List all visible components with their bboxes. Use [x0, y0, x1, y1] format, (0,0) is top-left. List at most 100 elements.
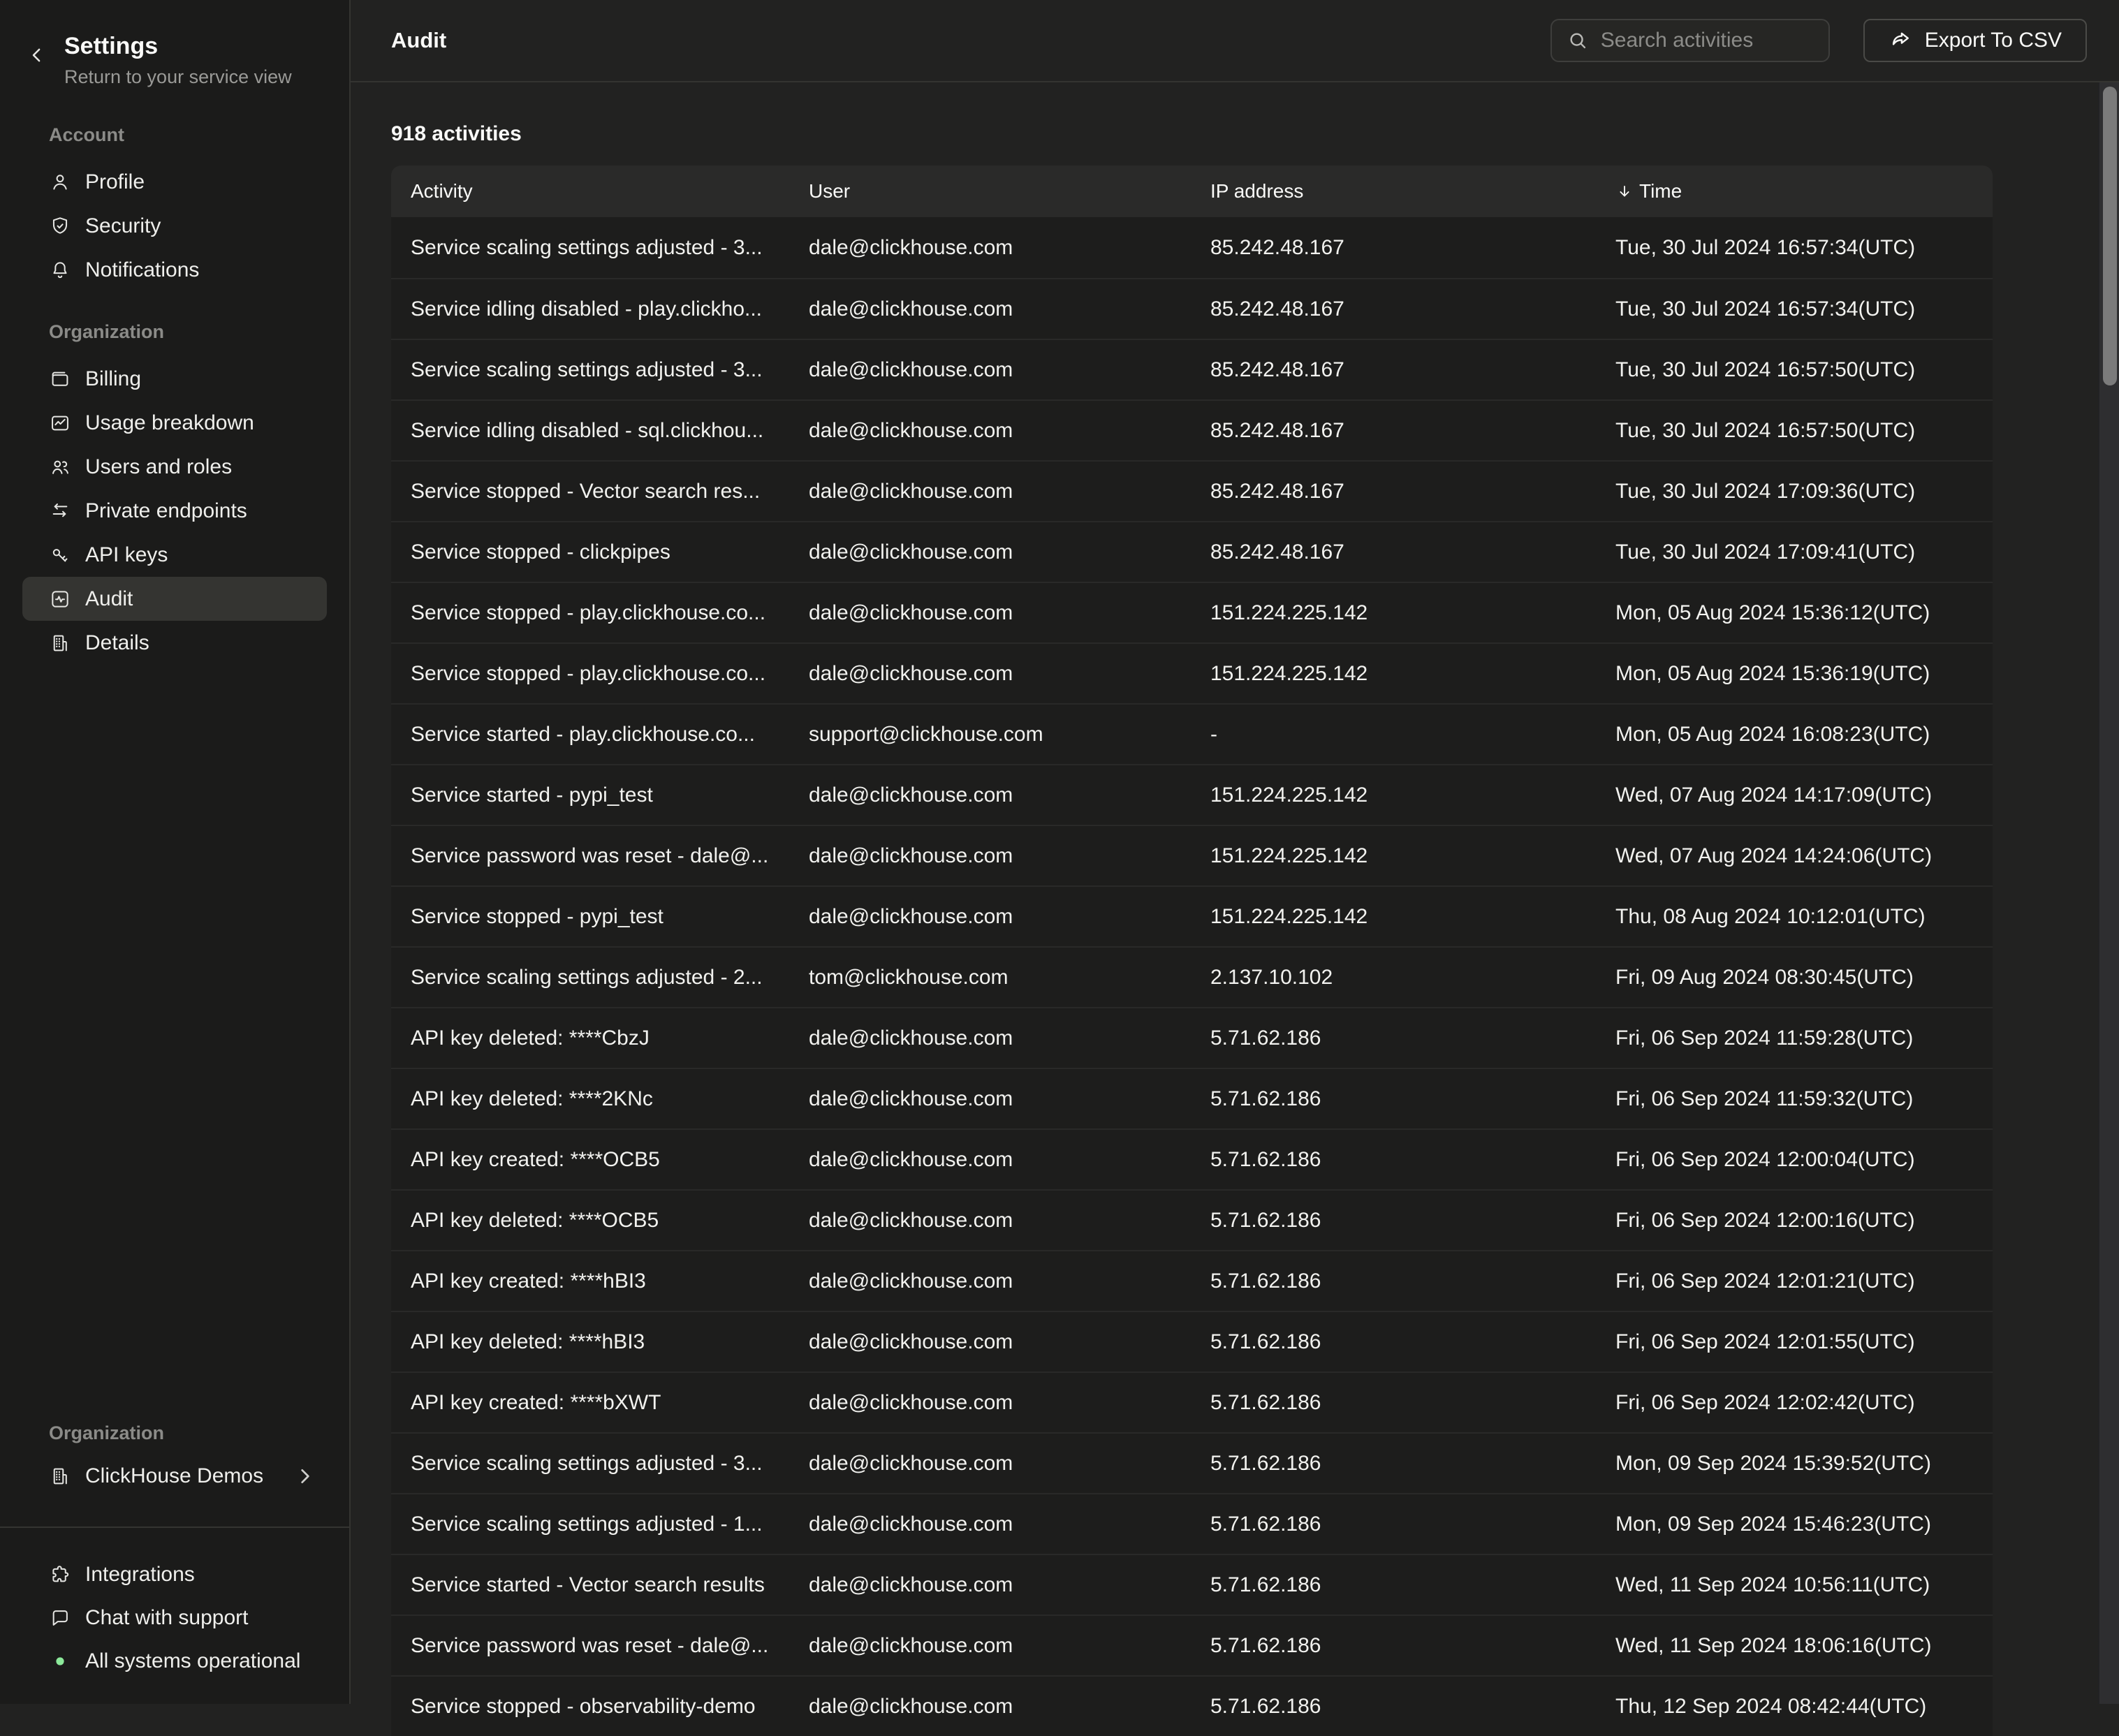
swap-arrows-icon [49, 500, 71, 522]
cell-activity: Service started - pypi_test [391, 765, 789, 825]
sidebar-item-profile[interactable]: Profile [22, 160, 327, 204]
puzzle-icon [49, 1564, 71, 1586]
cell-user: dale@clickhouse.com [789, 1312, 1191, 1371]
cell-activity: Service scaling settings adjusted - 1... [391, 1494, 789, 1554]
cell-time: Fri, 06 Sep 2024 12:00:04(UTC) [1596, 1130, 1993, 1189]
cell-user: dale@clickhouse.com [789, 1677, 1191, 1736]
cell-time: Fri, 06 Sep 2024 12:00:16(UTC) [1596, 1191, 1993, 1250]
sidebar-nav: AccountProfileSecurityNotificationsOrgan… [0, 126, 349, 665]
sidebar-item-billing[interactable]: Billing [22, 357, 327, 401]
cell-activity: API key deleted: ****hBI3 [391, 1312, 789, 1371]
cell-user: dale@clickhouse.com [789, 765, 1191, 825]
sidebar-item-label: All systems operational [85, 1649, 300, 1673]
column-header-time[interactable]: Time [1596, 165, 1993, 217]
cell-time: Tue, 30 Jul 2024 16:57:50(UTC) [1596, 340, 1993, 399]
key-icon [49, 544, 71, 566]
export-csv-button[interactable]: Export To CSV [1863, 19, 2087, 62]
cell-activity: Service stopped - pypi_test [391, 887, 789, 946]
export-arrow-icon [1889, 28, 1914, 53]
back-button[interactable] [24, 42, 50, 68]
cell-ip: 5.71.62.186 [1191, 1312, 1596, 1371]
cell-time: Wed, 11 Sep 2024 18:06:16(UTC) [1596, 1616, 1993, 1675]
audit-table: Activity User IP address Time Service sc… [391, 165, 1993, 1736]
cell-activity: API key created: ****bXWT [391, 1373, 789, 1432]
table-row: Service scaling settings adjusted - 3...… [391, 217, 1993, 278]
cell-user: support@clickhouse.com [789, 705, 1191, 764]
shield-check-icon [49, 215, 71, 237]
activity-pulse-icon [49, 588, 71, 610]
cell-user: dale@clickhouse.com [789, 1191, 1191, 1250]
sidebar-item-label: Audit [85, 587, 133, 611]
chevron-right-icon [293, 1465, 316, 1487]
table-row: API key created: ****OCB5dale@clickhouse… [391, 1128, 1993, 1189]
cell-user: dale@clickhouse.com [789, 583, 1191, 642]
table-row: Service stopped - Vector search res...da… [391, 460, 1993, 521]
table-row: API key created: ****bXWTdale@clickhouse… [391, 1371, 1993, 1432]
cell-user: dale@clickhouse.com [789, 644, 1191, 703]
table-row: Service idling disabled - sql.clickhou..… [391, 399, 1993, 460]
cell-user: dale@clickhouse.com [789, 279, 1191, 339]
sidebar-item-integrations[interactable]: Integrations [22, 1553, 327, 1596]
org-switcher[interactable]: ClickHouse Demos [22, 1455, 327, 1497]
usage-chart-icon [49, 412, 71, 434]
table-row: Service started - Vector search resultsd… [391, 1554, 1993, 1614]
cell-time: Tue, 30 Jul 2024 16:57:34(UTC) [1596, 279, 1993, 339]
table-row: Service scaling settings adjusted - 2...… [391, 946, 1993, 1007]
sidebar-item-security[interactable]: Security [22, 204, 327, 248]
scrollbar-thumb[interactable] [2103, 87, 2117, 385]
search-input[interactable] [1599, 28, 1814, 53]
sidebar-item-label: Billing [85, 367, 141, 391]
cell-user: dale@clickhouse.com [789, 1008, 1191, 1068]
sidebar-item-api-keys[interactable]: API keys [22, 533, 327, 577]
cell-ip: 151.224.225.142 [1191, 826, 1596, 885]
sidebar-item-label: API keys [85, 543, 168, 567]
cell-activity: Service password was reset - dale@... [391, 826, 789, 885]
cell-ip: 5.71.62.186 [1191, 1008, 1596, 1068]
scrollbar-track[interactable] [2098, 82, 2119, 1704]
cell-time: Tue, 30 Jul 2024 17:09:36(UTC) [1596, 462, 1993, 521]
cell-user: dale@clickhouse.com [789, 1069, 1191, 1128]
column-header-label: Activity [411, 180, 473, 203]
table-row: Service started - pypi_testdale@clickhou… [391, 764, 1993, 825]
table-row: Service scaling settings adjusted - 1...… [391, 1493, 1993, 1554]
sidebar-item-label: Notifications [85, 258, 199, 282]
column-header-activity[interactable]: Activity [391, 165, 789, 217]
status-dot-icon [49, 1650, 71, 1672]
cell-user: dale@clickhouse.com [789, 340, 1191, 399]
cell-activity: Service scaling settings adjusted - 3... [391, 1434, 789, 1493]
cell-activity: API key created: ****hBI3 [391, 1251, 789, 1311]
column-header-user[interactable]: User [789, 165, 1191, 217]
sidebar-item-private-endpoints[interactable]: Private endpoints [22, 489, 327, 533]
sidebar-item-label: Integrations [85, 1563, 195, 1587]
user-icon [49, 171, 71, 193]
sidebar-bottom: Organization ClickHouse Demos Integratio… [0, 1424, 349, 1704]
org-name: ClickHouse Demos [85, 1464, 263, 1488]
cell-ip: 85.242.48.167 [1191, 340, 1596, 399]
cell-activity: Service started - play.clickhouse.co... [391, 705, 789, 764]
cell-ip: 151.224.225.142 [1191, 583, 1596, 642]
sidebar-subtitle: Return to your service view [64, 66, 321, 88]
cell-time: Mon, 09 Sep 2024 15:39:52(UTC) [1596, 1434, 1993, 1493]
cell-time: Wed, 11 Sep 2024 10:56:11(UTC) [1596, 1555, 1993, 1614]
column-header-ip[interactable]: IP address [1191, 165, 1596, 217]
cell-time: Wed, 07 Aug 2024 14:24:06(UTC) [1596, 826, 1993, 885]
sidebar-item-notifications[interactable]: Notifications [22, 248, 327, 292]
sidebar-item-audit[interactable]: Audit [22, 577, 327, 621]
table-row: API key deleted: ****OCB5dale@clickhouse… [391, 1189, 1993, 1250]
sidebar-item-all-systems-operational[interactable]: All systems operational [22, 1640, 327, 1683]
sidebar-item-usage-breakdown[interactable]: Usage breakdown [22, 401, 327, 445]
column-header-label: Time [1639, 180, 1682, 203]
topbar: Audit Export To CSV [351, 0, 2119, 82]
column-header-label: IP address [1210, 180, 1303, 203]
table-row: API key deleted: ****2KNcdale@clickhouse… [391, 1068, 1993, 1128]
table-row: Service stopped - observability-demodale… [391, 1675, 1993, 1736]
cell-time: Mon, 05 Aug 2024 16:08:23(UTC) [1596, 705, 1993, 764]
sidebar-item-details[interactable]: Details [22, 621, 327, 665]
cell-ip: 85.242.48.167 [1191, 401, 1596, 460]
cell-ip: 85.242.48.167 [1191, 462, 1596, 521]
table-row: Service stopped - play.clickhouse.co...d… [391, 582, 1993, 642]
sidebar-item-users-and-roles[interactable]: Users and roles [22, 445, 327, 489]
sidebar-item-chat-with-support[interactable]: Chat with support [22, 1596, 327, 1640]
cell-ip: 5.71.62.186 [1191, 1251, 1596, 1311]
activities-count: 918 activities [391, 122, 2119, 146]
